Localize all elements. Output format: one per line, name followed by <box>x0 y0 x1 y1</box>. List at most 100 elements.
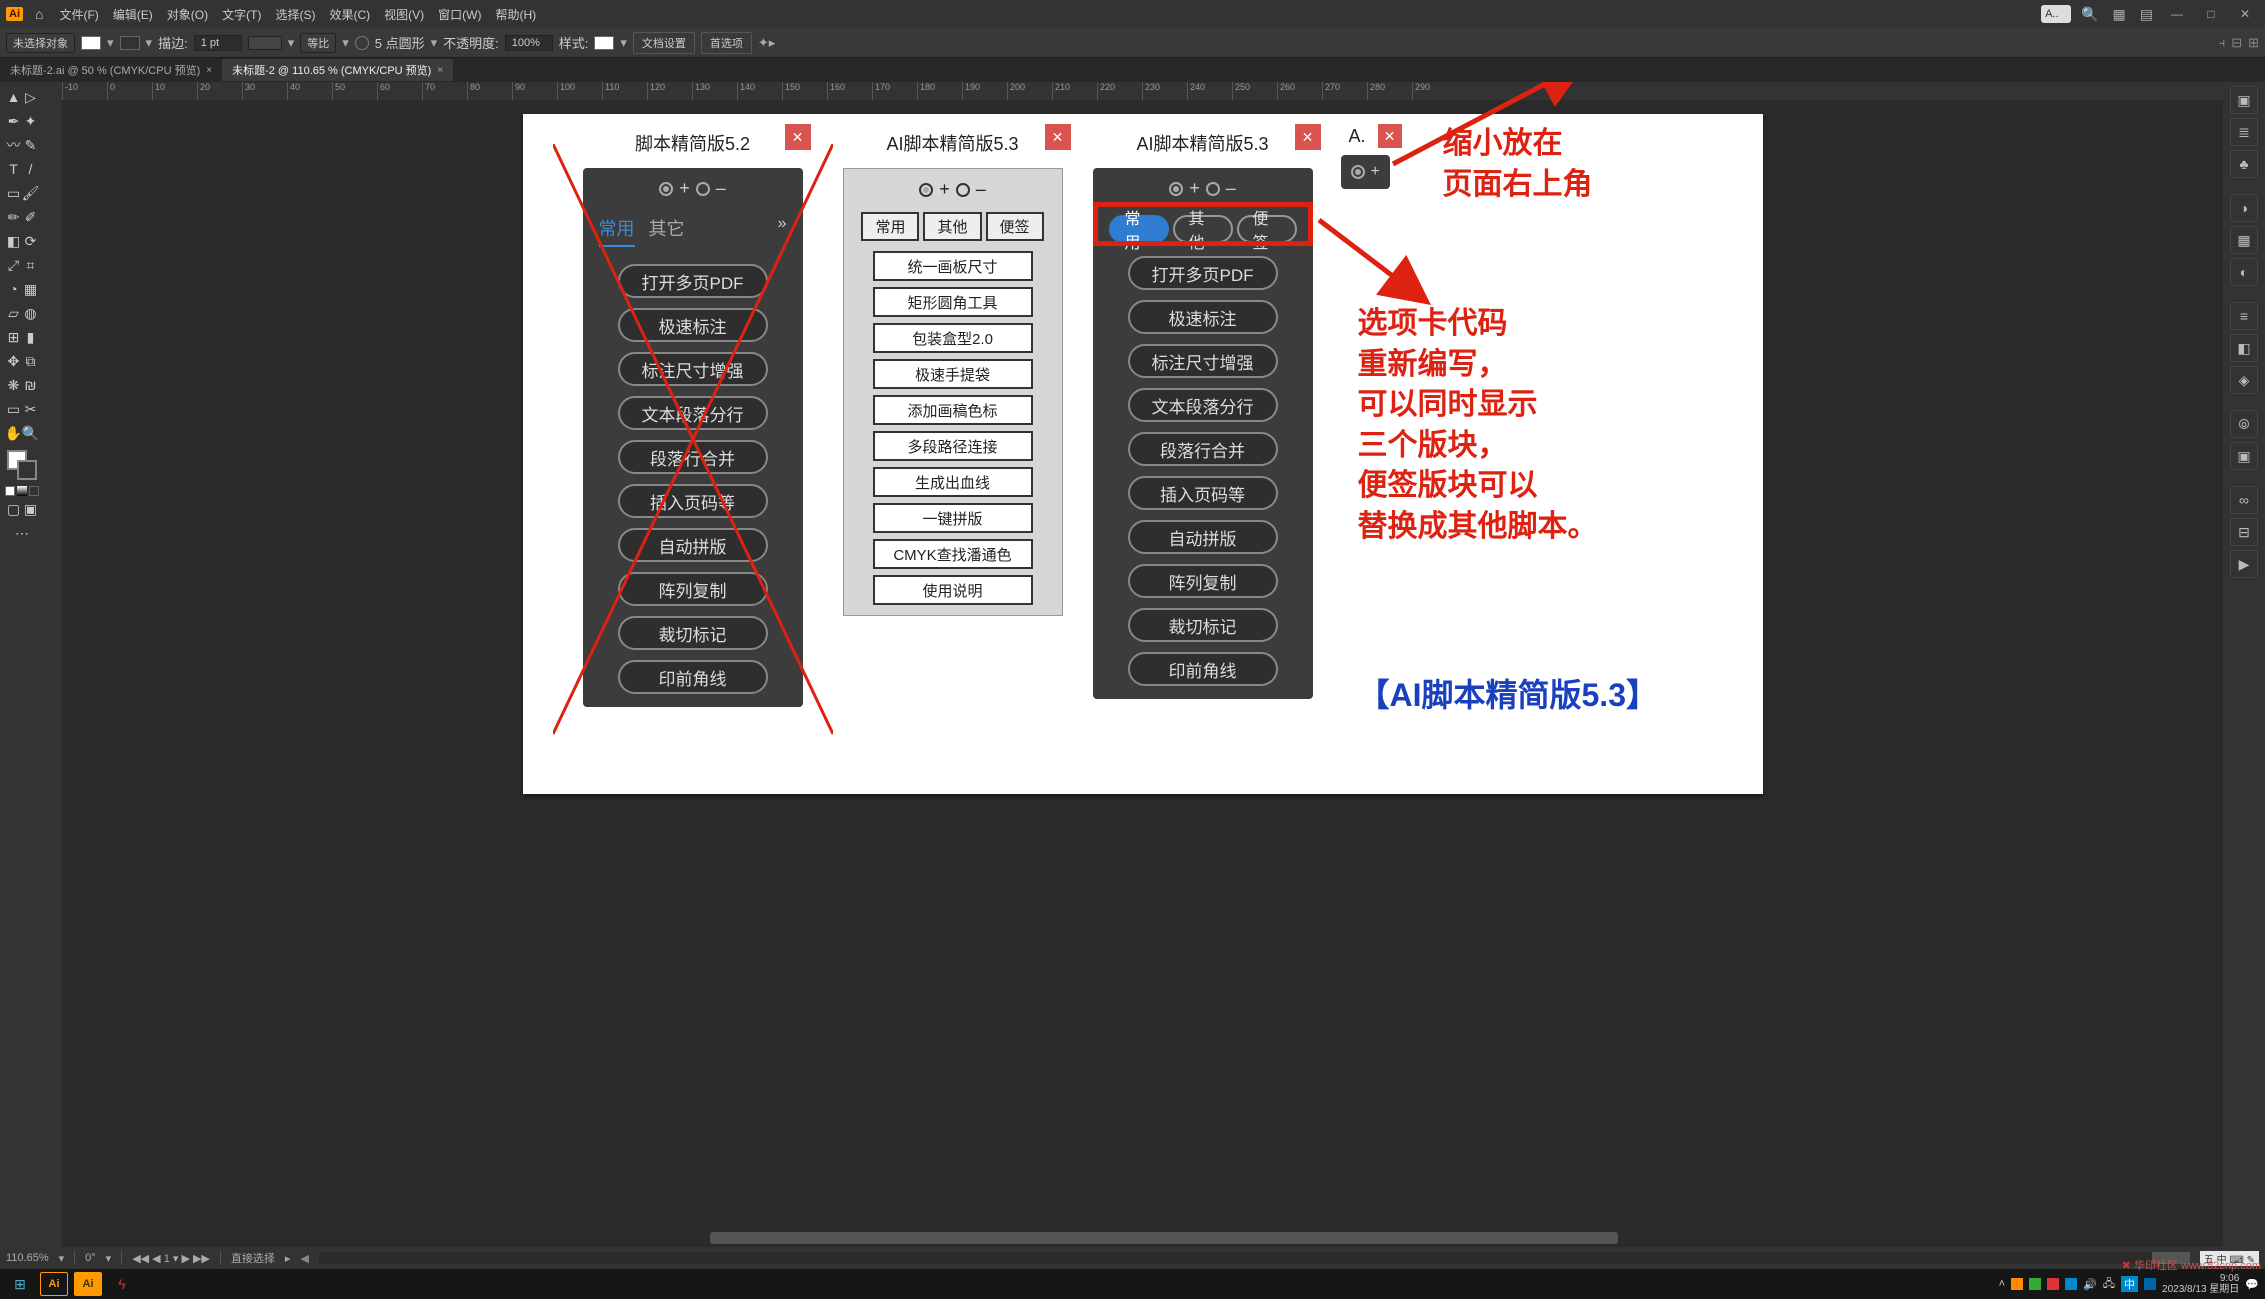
scale-warp-tools[interactable]: ⤢⌗ <box>4 254 40 276</box>
stroke-swatch[interactable] <box>120 36 140 50</box>
window-minimize[interactable]: — <box>2163 4 2191 24</box>
graphic-styles-icon[interactable]: ▣ <box>2230 442 2258 470</box>
tray-icon[interactable] <box>2011 1278 2023 1290</box>
panel-button[interactable]: 一键拼版 <box>873 503 1033 533</box>
radio-row[interactable]: + – <box>919 179 986 200</box>
radio-on-icon[interactable] <box>1169 182 1183 196</box>
panel-button[interactable]: 极速标注 <box>1128 300 1278 334</box>
tray-icon[interactable] <box>2047 1278 2059 1290</box>
brushes-panel-icon[interactable]: ◐ <box>2230 258 2258 286</box>
style-swatch[interactable] <box>594 36 614 50</box>
close-icon[interactable]: × <box>206 65 212 76</box>
radio-off-icon[interactable] <box>1206 182 1220 196</box>
zoom-value[interactable]: 110.65% <box>6 1252 49 1264</box>
color-panel-icon[interactable]: ◑ <box>2230 194 2258 222</box>
panel-toggle-icon[interactable]: ⫞ <box>2219 35 2226 51</box>
doc-tab-2[interactable]: 未标题-2 @ 110.65 % (CMYK/CPU 预览)× <box>222 59 453 81</box>
stroke-width-input[interactable] <box>194 35 242 51</box>
rect-brush-tools[interactable]: ▭🖌 <box>4 182 40 204</box>
tray-icon[interactable] <box>2144 1278 2156 1290</box>
doc-setup-button[interactable]: 文档设置 <box>633 32 695 54</box>
panel-button[interactable]: 标注尺寸增强 <box>1128 344 1278 378</box>
tray-audio-icon[interactable]: 🔊 <box>2083 1278 2097 1291</box>
tray-network-icon[interactable]: 🖧 <box>2103 1275 2115 1294</box>
panel-button[interactable]: 包装盒型2.0 <box>873 323 1033 353</box>
close-button[interactable]: ✕ <box>1295 124 1321 150</box>
swatches-panel-icon[interactable]: ▦ <box>2230 226 2258 254</box>
menu-effect[interactable]: 效果(C) <box>325 4 374 25</box>
shapebuilder-tools[interactable]: ◔▦ <box>4 278 40 300</box>
screen-mode-icons[interactable]: ▢▣ <box>4 498 40 520</box>
doc-tab-1[interactable]: 未标题-2.ai @ 50 % (CMYK/CPU 预览)× <box>0 59 222 81</box>
scale-mode[interactable]: 等比 <box>300 33 336 53</box>
symbol-graph-tools[interactable]: ❋₪ <box>4 374 40 396</box>
menu-type[interactable]: 文字(T) <box>218 4 265 25</box>
tab-notes[interactable]: 便签 <box>986 212 1044 241</box>
edit-toolbar-icon[interactable]: ⋯ <box>4 522 40 544</box>
panel-button[interactable]: 生成出血线 <box>873 467 1033 497</box>
eyedropper-blend-tools[interactable]: ✥⧉ <box>4 350 40 372</box>
start-button[interactable]: ⊞ <box>6 1272 34 1296</box>
tray-icon[interactable] <box>2029 1278 2041 1290</box>
panel-button[interactable]: 印前角线 <box>1128 652 1278 686</box>
fill-swatch[interactable] <box>81 36 101 50</box>
menu-select[interactable]: 选择(S) <box>271 4 319 25</box>
home-icon[interactable]: ⌂ <box>35 6 43 22</box>
hand-zoom-tools[interactable]: ✋🔍 <box>4 422 40 444</box>
search-icon[interactable]: 🔍 <box>2081 6 2098 23</box>
menu-object[interactable]: 对象(O) <box>163 4 212 25</box>
taskbar-illustrator-1[interactable]: Ai <box>40 1272 68 1296</box>
menu-edit[interactable]: 编辑(E) <box>109 4 157 25</box>
panel-button[interactable]: 多段路径连接 <box>873 431 1033 461</box>
mesh-gradient-tools[interactable]: ⊞▮ <box>4 326 40 348</box>
properties-panel-icon[interactable]: ▣ <box>2230 86 2258 114</box>
rotation-value[interactable]: 0° <box>85 1252 96 1264</box>
panel-toggle-icon-3[interactable]: ⊞ <box>2248 35 2259 51</box>
gradient-panel-icon[interactable]: ◧ <box>2230 334 2258 362</box>
panel-button[interactable]: 段落行合并 <box>1128 432 1278 466</box>
panel-button[interactable]: CMYK查找潘通色 <box>873 539 1033 569</box>
window-maximize[interactable]: □ <box>2197 4 2225 24</box>
eraser-rotate-tools[interactable]: ◧⟳ <box>4 230 40 252</box>
panel-button[interactable]: 使用说明 <box>873 575 1033 605</box>
symbols-panel-icon[interactable]: ∞ <box>2230 486 2258 514</box>
artboard-slice-tools[interactable]: ▭✂ <box>4 398 40 420</box>
tab-common[interactable]: 常用 <box>861 212 919 241</box>
menu-help[interactable]: 帮助(H) <box>491 4 540 25</box>
tray-up-icon[interactable]: ˄ <box>1999 1278 2005 1290</box>
tray-icon[interactable] <box>2065 1278 2077 1290</box>
opacity-input[interactable] <box>505 35 553 51</box>
radio-row[interactable]: + – <box>1169 178 1236 199</box>
layers-panel-icon[interactable]: ≣ <box>2230 118 2258 146</box>
menu-window[interactable]: 窗口(W) <box>434 4 485 25</box>
curve-tools[interactable]: 〰✎ <box>4 134 40 156</box>
taskbar-clock[interactable]: 9:06 2023/8/13 星期日 <box>2162 1273 2239 1295</box>
menu-file[interactable]: 文件(F) <box>55 4 102 25</box>
panel-button[interactable]: 添加画稿色标 <box>873 395 1033 425</box>
panel-button[interactable]: 统一画板尺寸 <box>873 251 1033 281</box>
panel-button[interactable]: 打开多页PDF <box>1128 256 1278 290</box>
panel-button[interactable]: 自动拼版 <box>1128 520 1278 554</box>
stroke-panel-icon[interactable]: ≡ <box>2230 302 2258 330</box>
status-scroll[interactable] <box>319 1252 2190 1264</box>
transparency-panel-icon[interactable]: ◈ <box>2230 366 2258 394</box>
panel-button[interactable]: 裁切标记 <box>1128 608 1278 642</box>
libraries-panel-icon[interactable]: ♣ <box>2230 150 2258 178</box>
pen-wand-tools[interactable]: ✒✦ <box>4 110 40 132</box>
tab-other[interactable]: 其他 <box>923 212 981 241</box>
scrollbar-horizontal[interactable] <box>62 1229 2223 1247</box>
artboard-nav[interactable]: ◀◀ ◀ 1 ▾ ▶ ▶▶ <box>132 1252 210 1265</box>
window-close[interactable]: ✕ <box>2231 4 2259 24</box>
canvas[interactable]: 脚本精简版5.2 ✕ + – 常用 其它 » 打开多页PDF <box>62 100 2223 1229</box>
menu-view[interactable]: 视图(V) <box>380 4 428 25</box>
align-panel-icon[interactable]: ⊟ <box>2230 518 2258 546</box>
panel-button[interactable]: 插入页码等 <box>1128 476 1278 510</box>
arrange-icon[interactable]: ▤ <box>2140 6 2153 23</box>
prefs-button[interactable]: 首选项 <box>701 32 752 54</box>
drawing-mode-icons[interactable] <box>5 486 39 496</box>
cloud-search[interactable]: A.. <box>2041 5 2071 23</box>
workspace-icon[interactable]: ▦ <box>2113 6 2126 23</box>
ime-indicator[interactable]: 中 <box>2121 1276 2138 1292</box>
radio-on-icon[interactable] <box>919 183 933 197</box>
radio-off-icon[interactable] <box>956 183 970 197</box>
